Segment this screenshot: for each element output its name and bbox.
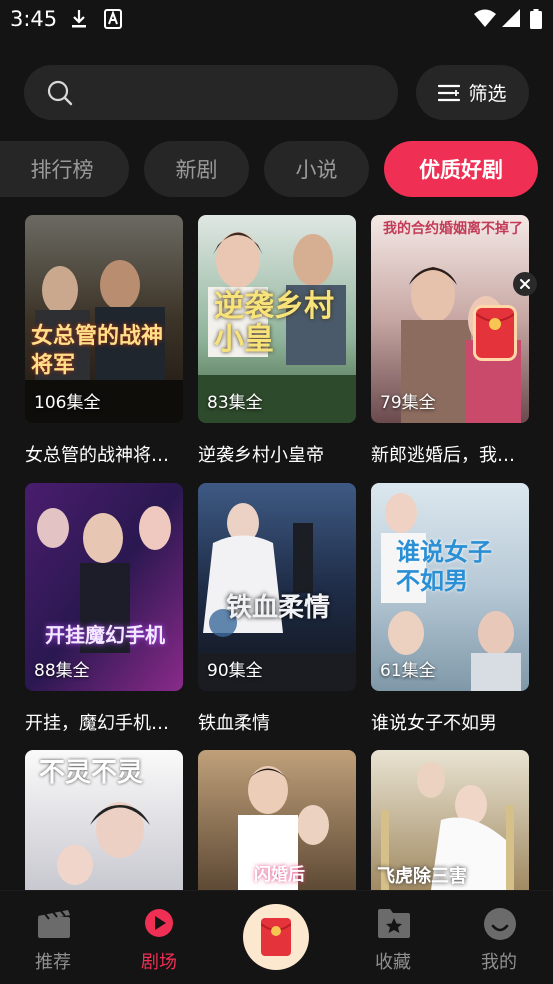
poster-caption: 不灵不灵 [39, 758, 144, 788]
nav-profile[interactable]: 我的 [454, 891, 544, 984]
center-red-envelope-button[interactable] [243, 904, 309, 970]
episode-count: 83集全 [207, 393, 263, 413]
episode-count: 88集全 [34, 661, 90, 681]
tab-quality-drama[interactable]: 优质好剧 [384, 141, 538, 197]
episode-count: 90集全 [207, 661, 263, 681]
poster-caption: 我的合约婚姻离不掉了 [383, 221, 523, 237]
nav-label: 剧场 [141, 952, 177, 973]
wifi-icon [474, 9, 496, 27]
drama-poster[interactable]: 逆袭乡村小皇 83集全 [198, 215, 356, 423]
app-notification-icon [104, 9, 122, 29]
drama-title: 铁血柔情 [198, 713, 270, 734]
nav-label: 收藏 [375, 952, 411, 973]
drama-poster[interactable]: 不灵不灵 [25, 750, 183, 890]
poster-caption: 飞虎除三害 [377, 866, 467, 887]
nav-label: 我的 [481, 952, 517, 973]
close-icon[interactable] [513, 272, 537, 296]
clapperboard-icon [38, 910, 70, 938]
smiley-icon [484, 908, 516, 940]
poster-caption: 开挂魔幻手机 [45, 623, 165, 647]
bottom-navigation: 推荐 剧场 收藏 我的 [0, 890, 553, 984]
episode-count: 106集全 [34, 393, 101, 413]
filter-button[interactable]: 筛选 [416, 65, 529, 120]
drama-poster[interactable]: 铁血柔情 90集全 [198, 483, 356, 691]
poster-caption: 谁说女子不如男 [396, 538, 492, 595]
download-icon [72, 10, 86, 28]
floating-red-envelope[interactable] [475, 308, 515, 358]
tab-label: 新剧 [175, 158, 218, 182]
episode-count: 61集全 [380, 661, 436, 681]
signal-icon [502, 9, 520, 27]
folder-star-icon [378, 909, 410, 938]
poster-caption: 铁血柔情 [226, 593, 331, 623]
tab-ranking[interactable]: 排行榜 [0, 141, 129, 197]
tab-label: 优质好剧 [419, 158, 503, 182]
filter-label: 筛选 [468, 83, 507, 105]
play-circle-icon [145, 909, 173, 937]
poster-caption: 闪婚后 [254, 865, 305, 885]
drama-title: 谁说女子不如男 [371, 713, 497, 734]
close-glyph [520, 279, 530, 289]
search-input[interactable] [24, 65, 398, 120]
tab-new-drama[interactable]: 新剧 [144, 141, 249, 197]
tab-novel[interactable]: 小说 [264, 141, 369, 197]
drama-poster[interactable]: 闪婚后 [198, 750, 356, 890]
battery-icon [530, 9, 542, 29]
search-row: 筛选 [24, 65, 529, 120]
tab-label: 小说 [295, 158, 338, 182]
red-envelope-icon [475, 313, 515, 330]
nav-recommend[interactable]: 推荐 [8, 891, 98, 984]
drama-title: 逆袭乡村小皇帝 [198, 445, 324, 466]
episode-count: 79集全 [380, 393, 436, 413]
drama-title: 开挂，魔幻手机… [25, 713, 169, 734]
search-icon [47, 80, 73, 106]
nav-theater[interactable]: 剧场 [114, 891, 204, 984]
red-envelope-icon [261, 918, 291, 956]
status-time: 3:45 [10, 7, 58, 31]
category-tabs: 排行榜 新剧 小说 优质好剧 [0, 141, 553, 197]
status-bar: 3:45 [0, 0, 553, 38]
drama-poster[interactable]: 飞虎除三害 [371, 750, 529, 890]
tab-label: 排行榜 [30, 158, 94, 182]
nav-favorites[interactable]: 收藏 [348, 891, 438, 984]
poster-caption: 逆袭乡村小皇 [214, 289, 334, 357]
drama-poster[interactable]: 开挂魔幻手机 88集全 [25, 483, 183, 691]
drama-poster[interactable]: 谁说女子不如男 61集全 [371, 483, 529, 691]
poster-caption: 女总管的战神将军 [31, 324, 164, 378]
drama-title: 新郎逃婚后，我… [371, 445, 515, 466]
drama-title: 女总管的战神将… [25, 445, 169, 466]
drama-poster[interactable]: 女总管的战神将军 106集全 [25, 215, 183, 423]
nav-label: 推荐 [35, 952, 71, 973]
filter-list-icon [438, 84, 461, 101]
